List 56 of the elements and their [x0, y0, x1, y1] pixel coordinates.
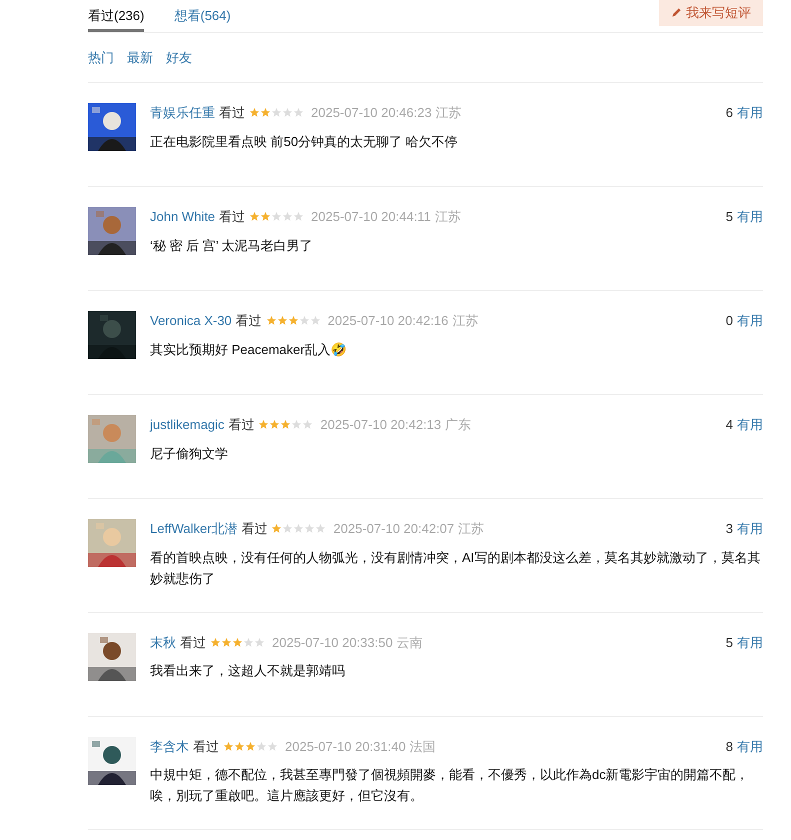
comment-text: 中規中矩，德不配位，我甚至專門發了個視頻開麥，能看，不優秀，以此作為dc新電影宇宙的開篇不配，唉，別玩了重啟吧。這片應該更好，但它沒有。 — [150, 766, 750, 805]
filter-link[interactable]: 最新 — [127, 48, 153, 67]
comment-location: 法国 — [410, 738, 436, 756]
watched-label: 看过 — [193, 738, 219, 756]
comment-time: 2025-07-10 20:44:11 — [311, 208, 431, 226]
filter-link[interactable]: 好友 — [166, 48, 192, 67]
username-link[interactable]: 末秋 — [150, 632, 176, 652]
username-link[interactable]: Veronica X-30 — [150, 311, 232, 330]
vote-count: 3 — [726, 520, 733, 538]
comment-location: 江苏 — [452, 312, 478, 330]
useful-link[interactable]: 有用 — [737, 207, 763, 226]
vote-count: 0 — [726, 312, 733, 330]
pencil-icon — [671, 7, 682, 18]
useful-link[interactable]: 有用 — [737, 103, 763, 122]
watched-label: 看过 — [241, 520, 268, 538]
useful-link[interactable]: 有用 — [737, 519, 763, 538]
comment-text: 我看出来了，这超人不就是郭靖吗 — [150, 662, 346, 680]
watched-label: 看过 — [236, 312, 262, 330]
filter-link[interactable]: 热门 — [88, 48, 114, 67]
useful-link[interactable]: 有用 — [737, 736, 763, 756]
useful-link[interactable]: 有用 — [737, 311, 763, 330]
useful-link[interactable]: 有用 — [737, 415, 763, 434]
comment-text: 尼子偷狗文学 — [150, 444, 229, 462]
comment-time: 2025-07-10 20:42:16 — [328, 312, 448, 330]
useful-link[interactable]: 有用 — [737, 632, 763, 652]
comment-time: 2025-07-10 20:42:13 — [320, 416, 442, 434]
watched-label: 看过 — [219, 208, 246, 226]
comment-location: 江苏 — [458, 520, 484, 538]
write-review-button[interactable]: 我来写短评 — [659, 0, 763, 26]
username-link[interactable]: LeffWalker北潜 — [150, 519, 238, 538]
comment-text: ‘秘 密 后 宫’ 太泥马老白男了 — [150, 236, 314, 254]
watched-label: 看过 — [228, 416, 254, 434]
tab[interactable]: 想看(564) — [174, 6, 231, 32]
vote-count: 4 — [726, 416, 733, 434]
comment-time: 2025-07-10 20:42:07 — [333, 520, 454, 538]
comment-text: 正在电影院里看点映 前50分钟真的太无聊了 哈欠不停 — [150, 132, 459, 150]
vote-count: 5 — [726, 634, 733, 652]
tab[interactable]: 看过(236) — [88, 6, 144, 32]
comment-text: 看的首映点映，没有任何的人物弧光，没有剧情冲突，AI写的剧本都没这么差，莫名其妙就激动了，莫名其妙就悲伤了 — [150, 548, 762, 588]
vote-count: 5 — [726, 208, 733, 226]
comment-location: 云南 — [396, 634, 423, 652]
comment-time: 2025-07-10 20:46:23 — [311, 104, 432, 122]
username-link[interactable]: 青娱乐任重 — [150, 103, 215, 122]
watched-label: 看过 — [219, 104, 245, 122]
comment-time: 2025-07-10 20:31:40 — [285, 738, 406, 756]
comment-location: 江苏 — [436, 104, 462, 122]
username-link[interactable]: John White — [150, 207, 216, 226]
watched-label: 看过 — [180, 634, 206, 652]
comment-location: 广东 — [445, 416, 472, 434]
vote-count: 8 — [726, 738, 733, 756]
comment-text: 其实比预期好 Peacemaker乱入🤣 — [150, 340, 348, 358]
comment-location: 江苏 — [434, 208, 461, 226]
username-link[interactable]: justlikemagic — [150, 415, 224, 434]
username-link[interactable]: 李含木 — [150, 736, 189, 756]
comment-time: 2025-07-10 20:33:50 — [272, 634, 393, 652]
vote-count: 6 — [726, 104, 733, 122]
